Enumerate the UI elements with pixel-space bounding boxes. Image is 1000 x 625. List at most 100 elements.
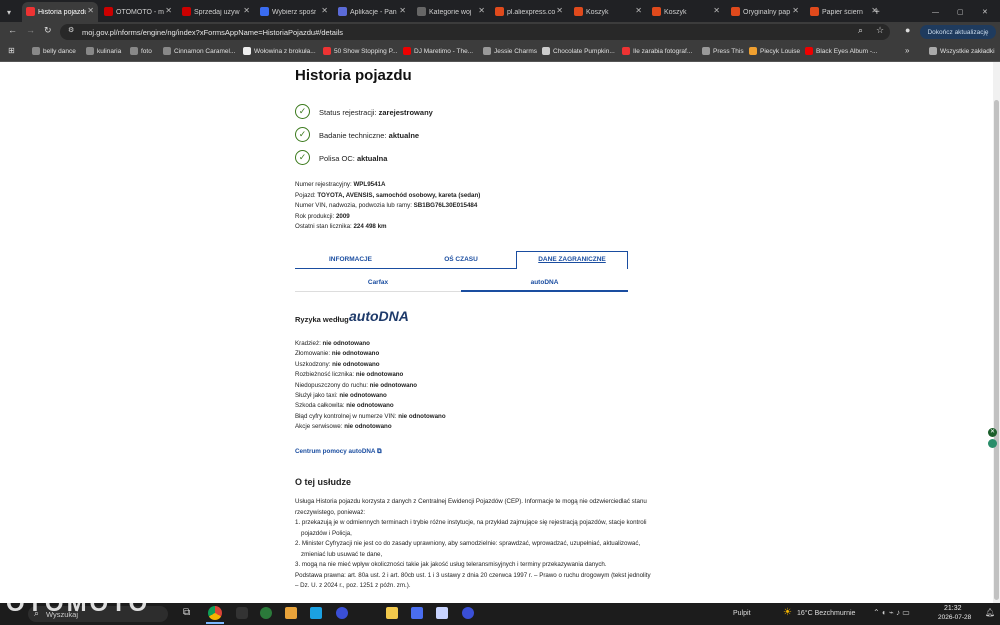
browser-tab[interactable]: Aplikacje - Pan ✕ (334, 2, 410, 22)
vehicle-detail-value: 224 498 km (353, 223, 387, 230)
maximize-button[interactable]: ▢ (955, 2, 969, 22)
desktop-label[interactable]: Pulpit (733, 610, 751, 617)
bookmark-item[interactable]: Chocolate Pumpkin... (542, 47, 615, 55)
scrollbar-thumb[interactable] (994, 100, 999, 600)
tab-close-icon[interactable]: ✕ (87, 6, 94, 15)
risk-row-label: Akcje serwisowe: (295, 423, 343, 431)
app-icon-9[interactable] (462, 607, 474, 619)
browser-tab[interactable]: pl.aliexpress.co ✕ (491, 2, 567, 22)
risk-row: Szkoda całkowita: nie odnotowano (295, 402, 394, 409)
browser-tab[interactable]: Kategorie woj ✕ (413, 2, 489, 22)
all-bookmarks-folder[interactable]: Wszystkie zakładki (929, 47, 995, 55)
app-icon-7[interactable] (411, 607, 423, 619)
notification-icon[interactable]: 🔔︎ (985, 608, 995, 617)
tray-icons[interactable]: ⌃ ◐ ⌁ ♪ ▭ (873, 608, 910, 617)
tab-close-icon[interactable]: ✕ (321, 6, 328, 15)
bookmark-item[interactable]: Piecyk Louise (749, 47, 801, 55)
tab-close-icon[interactable]: ✕ (713, 6, 720, 15)
site-info-icon[interactable]: ⚙ (68, 26, 74, 34)
risk-row-value: nie odnotowano (346, 402, 394, 410)
vehicle-detail: Numer VIN, nadwozia, podwozia lub ramy: … (295, 202, 477, 209)
bookmark-item[interactable]: Wołowina z brokuła... (243, 47, 316, 55)
tab-menu-button[interactable]: ▾ (4, 2, 18, 22)
browser-tab[interactable]: OTOMOTO - m ✕ (100, 2, 176, 22)
browser-tab[interactable]: Wybierz spośr ✕ (256, 2, 332, 22)
risk-row-value: nie odnotowano (322, 340, 370, 347)
app-icon-2[interactable] (260, 607, 272, 619)
tab-close-icon[interactable]: ✕ (165, 6, 172, 15)
status-row: Badanie techniczne: aktualne (319, 131, 419, 140)
bookmark-item[interactable]: foto (130, 47, 152, 55)
bookmark-item[interactable]: 50 Show Stopping P... (323, 47, 397, 55)
app-icon-3[interactable] (285, 607, 297, 619)
tab-close-icon[interactable]: ✕ (399, 6, 406, 15)
reload-icon[interactable]: ↻ (44, 25, 52, 36)
bookmark-item[interactable]: kulinaria (86, 47, 121, 55)
tab-close-icon[interactable]: ✕ (478, 6, 485, 15)
app-icon-8[interactable] (436, 607, 448, 619)
browser-tab[interactable]: Papier ściern ✕ (806, 2, 882, 22)
profile-icon[interactable]: ● (905, 25, 910, 35)
update-button[interactable]: Dokończ aktualizację (920, 25, 996, 39)
tab-close-icon[interactable]: ✕ (635, 6, 642, 15)
tab-informacje[interactable]: INFORMACJE (295, 256, 406, 263)
browser-tab[interactable]: Koszyk ✕ (648, 2, 724, 22)
side-widget-close-icon[interactable]: ✕ (988, 428, 997, 437)
risk-row-value: nie odnotowano (331, 350, 380, 358)
tab-close-icon[interactable]: ✕ (556, 6, 563, 15)
bookmark-item[interactable]: DJ Maretimo - The... (403, 47, 474, 55)
bookmark-item[interactable]: Cinnamon Caramel... (163, 47, 236, 55)
vehicle-detail: Pojazd: TOYOTA, AVENSIS, samochód osobow… (295, 192, 480, 199)
risk-row-label: Niedopuszczony do ruchu: (295, 381, 368, 389)
chrome-taskbar-icon[interactable] (208, 606, 222, 620)
status-label: Status rejestracji: (319, 108, 377, 117)
side-widget-icon[interactable] (988, 439, 997, 448)
subtab-autodna[interactable]: autoDNA (461, 279, 628, 286)
apps-icon[interactable]: ⊞ (8, 46, 15, 55)
status-row: Status rejestracji: zarejestrowany (319, 108, 433, 117)
tab-os-czasu[interactable]: OŚ CZASU (406, 256, 516, 263)
bookmark-item[interactable]: Black Eyes Album -... (805, 47, 877, 55)
browser-tab[interactable]: Koszyk ✕ (570, 2, 646, 22)
app-icon-6[interactable] (386, 607, 398, 619)
new-tab-button[interactable]: + (872, 2, 886, 22)
bookmark-label: DJ Maretimo - The... (414, 48, 474, 55)
bookmark-item[interactable]: Ile zarabia fotograf... (622, 47, 693, 55)
task-view-icon[interactable]: ⧉ (183, 607, 190, 618)
help-link[interactable]: Centrum pomocy autoDNA ⧉ (295, 448, 381, 456)
bookmark-label: Piecyk Louise (760, 48, 801, 55)
bookmark-label: Ile zarabia fotograf... (633, 48, 693, 55)
bookmark-star-icon[interactable]: ☆ (876, 25, 884, 36)
search-lens-icon[interactable]: ⌕ (858, 25, 863, 36)
more-bookmarks-icon[interactable]: » (905, 46, 909, 55)
browser-tab[interactable]: Historia pojazdu ✕ (22, 2, 98, 22)
close-window-button[interactable]: ✕ (980, 2, 994, 22)
subtab-carfax[interactable]: Carfax (295, 279, 461, 286)
bookmark-label: belly dance (43, 48, 76, 55)
tab-close-icon[interactable]: ✕ (243, 6, 250, 15)
app-icon-4[interactable] (310, 607, 322, 619)
autodna-logo: autoDNA (349, 308, 409, 324)
browser-tab[interactable]: Sprzedaj używ ✕ (178, 2, 254, 22)
bookmark-item[interactable]: Jessie Charms (483, 47, 537, 55)
check-circle-icon: ✓ (295, 104, 310, 119)
risk-row-label: Uszkodzony: (295, 360, 331, 368)
minimize-button[interactable]: — (930, 2, 944, 22)
bookmark-label: Cinnamon Caramel... (174, 48, 236, 55)
weather-text[interactable]: 16°C Bezchmurnie (797, 610, 855, 617)
back-icon[interactable]: ← (8, 25, 17, 35)
browser-tab[interactable]: Oryginalny pap ✕ (727, 2, 803, 22)
risk-row: Uszkodzony: nie odnotowano (295, 361, 380, 368)
app-icon-5[interactable] (336, 607, 348, 619)
vehicle-detail-value: SB1BG76L30E015484 (413, 202, 478, 209)
about-text-line: 3. mogą na nie mieć wpływ okoliczności t… (295, 561, 607, 568)
bookmark-item[interactable]: Press This (702, 47, 744, 55)
app-icon-1[interactable] (236, 607, 248, 619)
bookmark-item[interactable]: belly dance (32, 47, 76, 55)
about-heading: O tej usłudze (295, 477, 352, 487)
forward-icon[interactable]: → (26, 25, 35, 35)
tab-dane-zagraniczne[interactable]: DANE ZAGRANICZNE (516, 256, 628, 263)
tab-title: Koszyk (586, 8, 609, 16)
tab-close-icon[interactable]: ✕ (792, 6, 799, 15)
external-link-icon: ⧉ (375, 448, 382, 455)
